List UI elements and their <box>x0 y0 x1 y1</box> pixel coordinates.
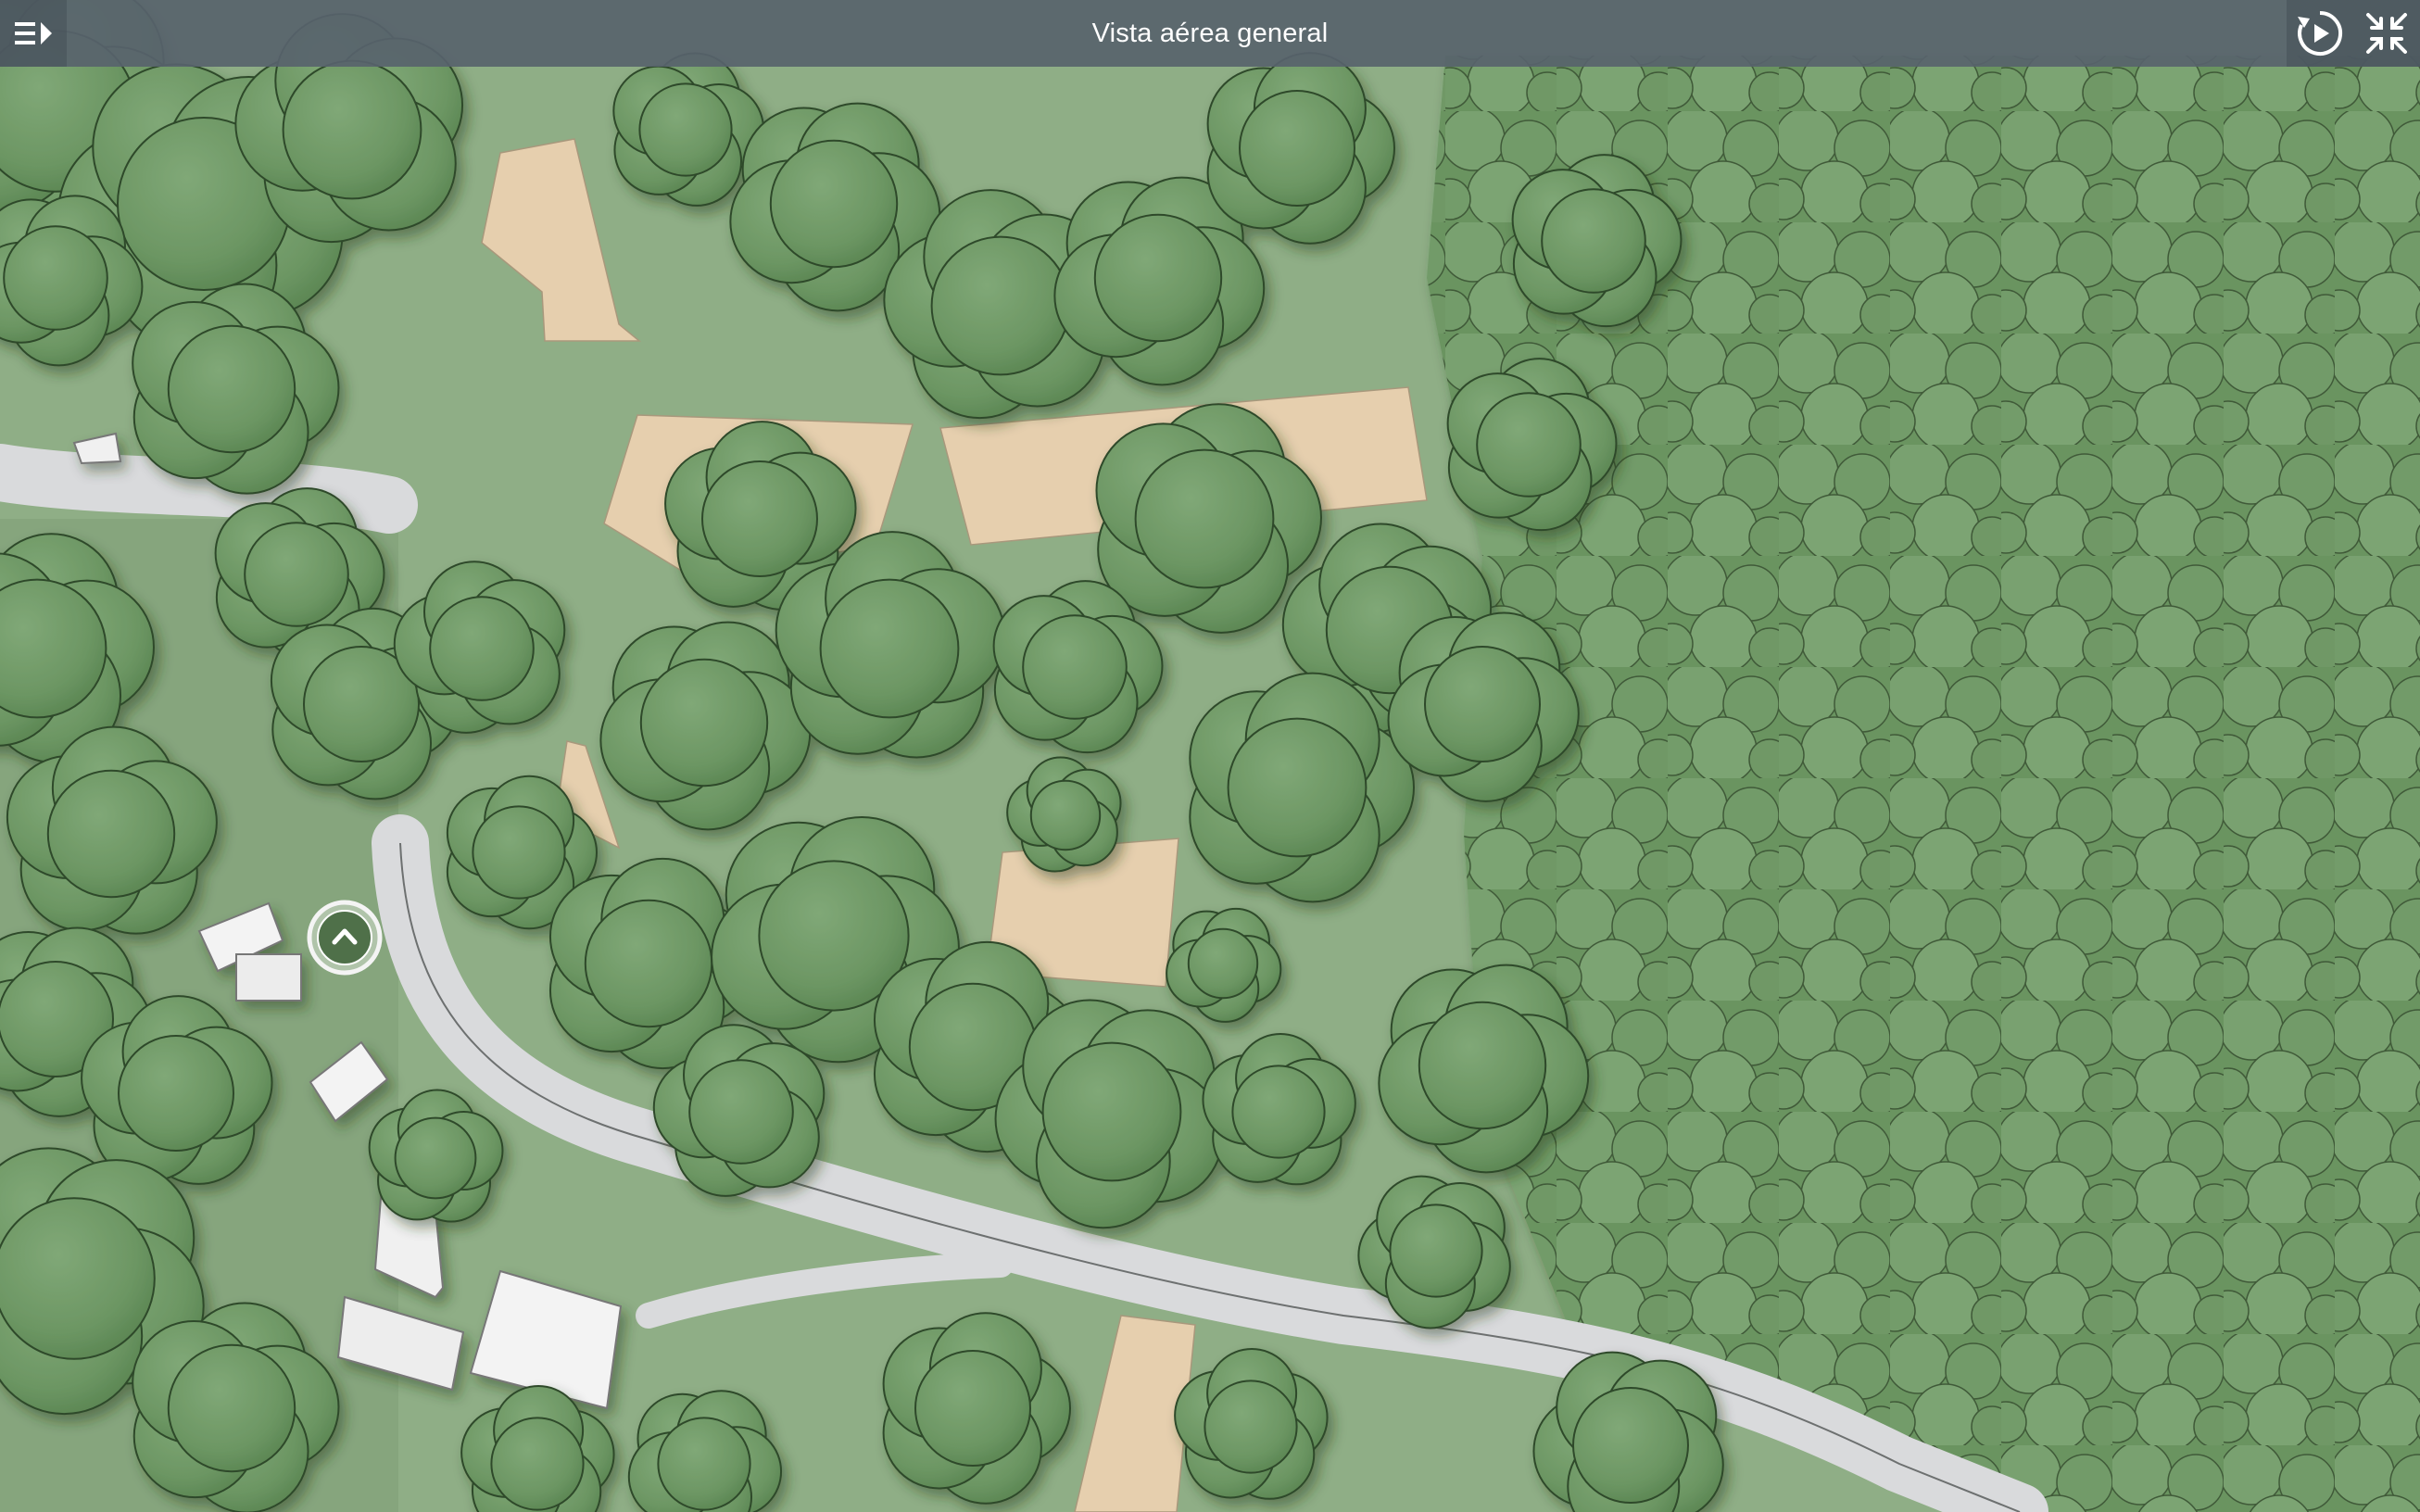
tree-canopy <box>1029 779 1102 851</box>
tree-canopy <box>472 805 566 900</box>
tree-canopy <box>394 1116 477 1200</box>
exit-fullscreen-icon <box>2366 13 2407 54</box>
tree-canopy <box>1041 1041 1182 1182</box>
tree-canopy <box>1231 1065 1326 1159</box>
tree-canopy <box>490 1417 585 1511</box>
page-title: Vista aérea general <box>1091 19 1329 48</box>
tree-canopy <box>819 578 960 719</box>
tree-canopy <box>282 59 422 200</box>
tree-canopy <box>1476 392 1582 498</box>
tree-canopy <box>1187 927 1259 1000</box>
autoplay-button[interactable] <box>2287 0 2353 67</box>
tree-canopy <box>638 82 733 177</box>
tree-canopy <box>584 899 713 1028</box>
tree-canopy <box>639 658 769 788</box>
tree-canopy <box>46 769 176 899</box>
exit-fullscreen-button[interactable] <box>2353 0 2420 67</box>
tree-canopy <box>1572 1387 1689 1504</box>
tree-canopy <box>3 225 108 331</box>
tree-canopy <box>1204 1380 1298 1474</box>
tree-canopy <box>914 1350 1031 1467</box>
tree-canopy <box>930 235 1071 376</box>
tree-canopy <box>1239 90 1355 207</box>
tree-canopy <box>1541 188 1646 294</box>
tree-canopy <box>118 1035 234 1152</box>
tree-canopy <box>688 1059 794 1165</box>
autoplay-rotate-icon <box>2298 10 2343 56</box>
tree-canopy <box>769 139 899 269</box>
aerial-map-view[interactable] <box>0 0 2420 1512</box>
tree-canopy <box>1418 1001 1547 1130</box>
tree-canopy <box>1227 717 1368 858</box>
tree-canopy <box>1424 646 1541 762</box>
tree-canopy <box>244 522 349 627</box>
tree-canopy <box>429 596 535 701</box>
hotspot-marker[interactable] <box>307 900 383 976</box>
tree-canopy <box>1389 1203 1483 1298</box>
tree-canopy <box>0 1197 156 1360</box>
toolbar: Vista aérea general <box>0 0 2420 67</box>
tree-canopy <box>167 1343 296 1473</box>
tree-canopy <box>1134 448 1275 589</box>
building <box>235 953 302 1002</box>
tree-canopy <box>167 324 296 454</box>
tree-canopy <box>1093 213 1223 343</box>
tree-canopy <box>657 1417 751 1511</box>
tree-canopy <box>701 460 818 577</box>
tree-canopy <box>1022 614 1128 720</box>
